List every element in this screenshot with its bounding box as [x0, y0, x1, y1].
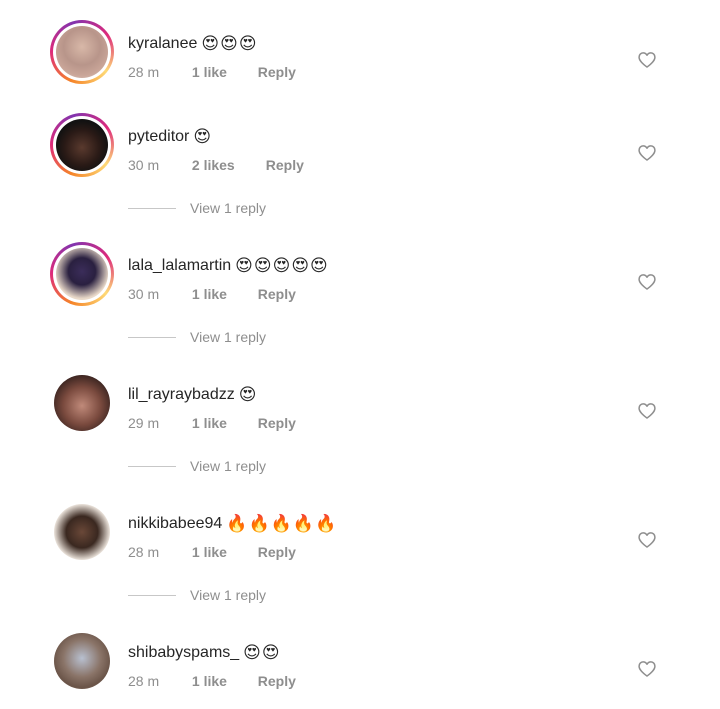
avatar-story-ring[interactable] [50, 20, 114, 84]
reply-button[interactable]: Reply [258, 415, 296, 431]
heart-outline-icon[interactable] [637, 659, 657, 679]
reply-divider-line [128, 465, 176, 467]
comment-username[interactable]: lil_rayraybadzz [128, 386, 235, 404]
comment-text: 😍 [238, 385, 258, 405]
comment-username[interactable]: pyteditor [128, 128, 189, 146]
avatar [56, 248, 108, 300]
reply-divider-line [128, 594, 176, 596]
avatar-frame[interactable] [50, 629, 114, 693]
comment-text: 😍😍😍 [201, 34, 258, 54]
view-replies-label: View 1 reply [190, 329, 267, 345]
reply-button[interactable]: Reply [258, 544, 296, 560]
avatar-story-ring[interactable] [50, 242, 114, 306]
comment-item: lala_lalamartin 😍😍😍😍😍 30 m 1 like Reply [0, 242, 720, 322]
avatar [56, 119, 108, 171]
comment-item: pyteditor 😍 30 m 2 likes Reply [0, 113, 720, 193]
heart-outline-icon[interactable] [637, 143, 657, 163]
comment-timestamp: 28 m [128, 673, 160, 689]
comment-likes-count[interactable]: 1 like [192, 544, 254, 560]
comment-item: lil_rayraybadzz 😍 29 m 1 like Reply [0, 371, 720, 451]
view-replies-button[interactable]: View 1 reply [128, 327, 266, 347]
comment-timestamp: 30 m [128, 286, 160, 302]
comment-item: kyralanee 😍😍😍 28 m 1 like Reply [0, 20, 720, 100]
comment-username[interactable]: kyralanee [128, 35, 197, 53]
comment-username[interactable]: lala_lalamartin [128, 257, 231, 275]
comment-text: 😍😍😍😍😍 [235, 256, 329, 276]
reply-button[interactable]: Reply [258, 673, 296, 689]
comment-likes-count[interactable]: 1 like [192, 286, 254, 302]
comment-text: 😍 [193, 127, 213, 147]
comment-timestamp: 28 m [128, 64, 160, 80]
reply-button[interactable]: Reply [258, 286, 296, 302]
reply-button[interactable]: Reply [258, 64, 296, 80]
comment-timestamp: 28 m [128, 544, 160, 560]
reply-divider-line [128, 207, 176, 209]
avatar-frame[interactable] [50, 500, 114, 564]
view-replies-label: View 1 reply [190, 458, 267, 474]
comment-text: 🔥🔥🔥🔥🔥 [226, 514, 338, 534]
comment-likes-count[interactable]: 1 like [192, 415, 254, 431]
view-replies-button[interactable]: View 1 reply [128, 456, 266, 476]
heart-outline-icon[interactable] [637, 401, 657, 421]
comment-username[interactable]: nikkibabee94 [128, 515, 222, 533]
avatar [54, 375, 110, 431]
heart-outline-icon[interactable] [637, 272, 657, 292]
avatar [54, 633, 110, 689]
comment-likes-count[interactable]: 1 like [192, 673, 254, 689]
view-replies-label: View 1 reply [190, 200, 267, 216]
avatar-frame[interactable] [50, 371, 114, 435]
comment-item: nikkibabee94 🔥🔥🔥🔥🔥 28 m 1 like Reply [0, 500, 720, 580]
comment-likes-count[interactable]: 2 likes [192, 157, 262, 173]
comment-timestamp: 30 m [128, 157, 160, 173]
view-replies-button[interactable]: View 1 reply [128, 198, 266, 218]
heart-outline-icon[interactable] [637, 50, 657, 70]
view-replies-label: View 1 reply [190, 587, 267, 603]
avatar [56, 26, 108, 78]
reply-divider-line [128, 336, 176, 338]
comment-likes-count[interactable]: 1 like [192, 64, 254, 80]
comment-item: shibabyspams_ 😍😍 28 m 1 like Reply [0, 629, 720, 709]
avatar-story-ring[interactable] [50, 113, 114, 177]
heart-outline-icon[interactable] [637, 530, 657, 550]
view-replies-button[interactable]: View 1 reply [128, 585, 266, 605]
avatar [54, 504, 110, 560]
comment-username[interactable]: shibabyspams_ [128, 644, 239, 662]
comment-text: 😍😍 [243, 643, 281, 663]
comment-timestamp: 29 m [128, 415, 160, 431]
reply-button[interactable]: Reply [266, 157, 304, 173]
